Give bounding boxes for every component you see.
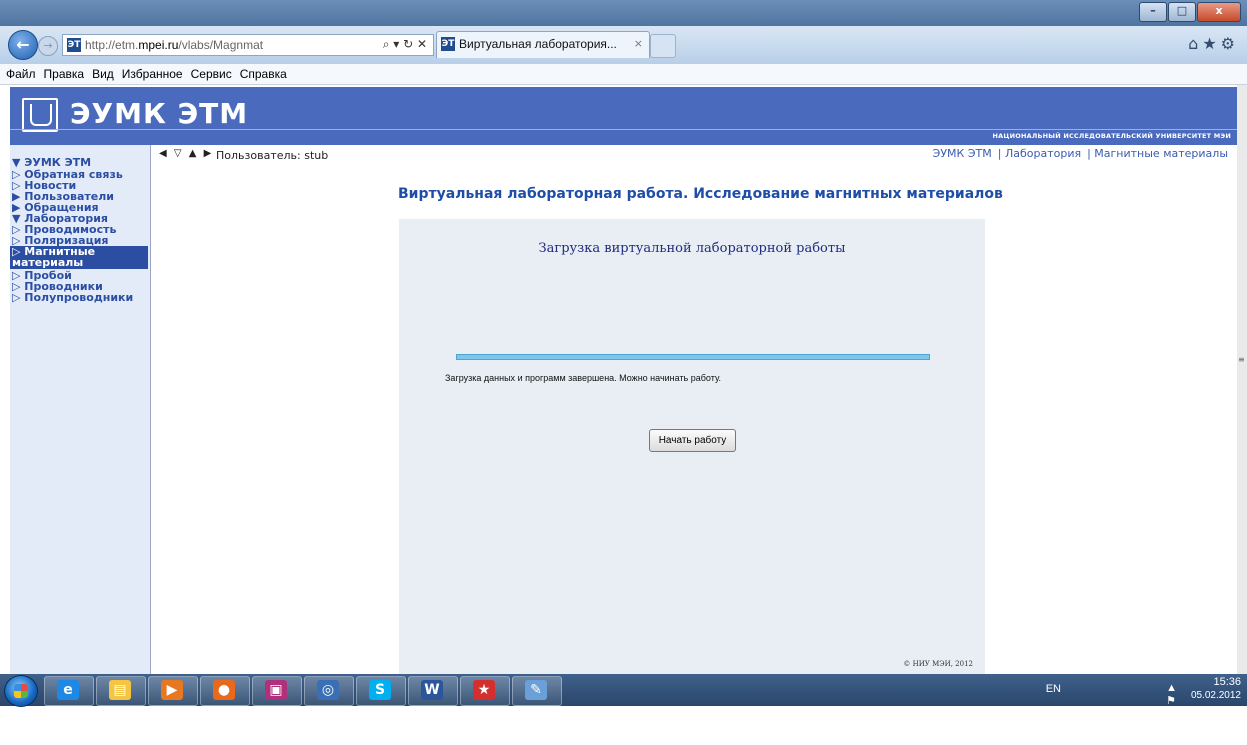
breadcrumb: ЭУМК ЭТМ | Лаборатория | Магнитные материа…	[930, 147, 1231, 160]
maximize-button[interactable]: □	[1168, 2, 1196, 22]
back-button[interactable]: ←	[8, 30, 38, 60]
forward-button[interactable]: →	[38, 36, 58, 56]
close-button[interactable]: x	[1197, 2, 1241, 22]
taskbar-paint-button[interactable]: ✎	[512, 676, 562, 706]
header-divider	[10, 129, 1237, 130]
taskbar-skype-button[interactable]: S	[356, 676, 406, 706]
main-content: ◀ ▽ ▲ ▶ Пользователь: stub ЭУМК ЭТМ | Лаб…	[151, 145, 1237, 674]
menu-favorites[interactable]: Избранное	[118, 64, 187, 84]
new-tab-button[interactable]	[650, 34, 676, 58]
sidebar-item-magnetic-materials[interactable]: ▷ Магнитные материалы	[10, 246, 148, 269]
url-domain: mpei.ru	[138, 38, 179, 52]
breadcrumb-magnetic[interactable]: | Магнитные материалы	[1084, 147, 1231, 160]
taskbar-firefox-button[interactable]: ●	[200, 676, 250, 706]
status-text: Загрузка данных и программ завершена. Мо…	[445, 373, 722, 383]
language-indicator[interactable]: EN	[1046, 683, 1061, 695]
tab-title: Виртуальная лаборатория...	[459, 37, 617, 51]
copyright: © НИУ МЭИ, 2012	[903, 660, 973, 668]
network-icon: ◎	[317, 680, 339, 700]
address-tools[interactable]: ⌕ ▾ ↻ ✕	[383, 37, 427, 52]
user-label: Пользователь: stub	[216, 149, 329, 162]
taskbar-ie-button[interactable]: e	[44, 676, 94, 706]
menu-file[interactable]: Файл	[2, 64, 40, 84]
tab-favicon-icon: ЭТ	[441, 37, 455, 51]
skype-icon: S	[369, 680, 391, 700]
start-button[interactable]	[4, 675, 38, 707]
breadcrumb-home[interactable]: ЭУМК ЭТМ	[930, 147, 995, 160]
taskbar-media-player-button[interactable]: ▶	[148, 676, 198, 706]
taskbar-acrobat-button[interactable]: ★	[460, 676, 510, 706]
site-header: ЭУМК ЭТМ НАЦИОНАЛЬНЫЙ ИССЛЕДОВАТЕЛЬСКИЙ …	[10, 87, 1237, 145]
browser-navbar: ← → ЭТ http://etm.mpei.ru/vlabs/Magnmat …	[0, 26, 1247, 64]
address-bar[interactable]: ЭТ http://etm.mpei.ru/vlabs/Magnmat ⌕ ▾ …	[62, 34, 434, 56]
window-controls: – □ x	[1139, 2, 1241, 22]
taskbar-save-button[interactable]: ▣	[252, 676, 302, 706]
save-icon: ▣	[265, 680, 287, 700]
tab-close-icon[interactable]: ×	[634, 37, 643, 50]
nav-arrows[interactable]: ◀ ▽ ▲ ▶	[159, 148, 213, 159]
ie-icon: e	[57, 680, 79, 700]
page-title: Виртуальная лабораторная работа. Исследо…	[398, 186, 1003, 202]
taskbar-explorer-button[interactable]: ▤	[96, 676, 146, 706]
page-viewport: ЭУМК ЭТМ НАЦИОНАЛЬНЫЙ ИССЛЕДОВАТЕЛЬСКИЙ …	[0, 85, 1237, 674]
acrobat-icon: ★	[473, 680, 495, 700]
minimize-button[interactable]: –	[1139, 2, 1167, 22]
start-work-button[interactable]: Начать работу	[649, 429, 736, 452]
scroll-grip-icon[interactable]: ≡	[1238, 355, 1246, 367]
vertical-scrollbar[interactable]: ≡	[1237, 85, 1247, 674]
menu-edit[interactable]: Правка	[40, 64, 89, 84]
taskbar: e ▤ ▶ ● ▣ ◎ S W ★ ✎ EN ▲ ⚑ ☰ ▂ ♪ 15:36 05.02.2012	[0, 674, 1247, 745]
panel-title: Загрузка виртуальной лабораторной работы	[538, 241, 846, 256]
taskbar-network-button[interactable]: ◎	[304, 676, 354, 706]
book-logo-icon	[22, 98, 58, 132]
sidebar-item-semiconductors[interactable]: ▷ Полупроводники	[12, 292, 133, 303]
browser-tab[interactable]: ЭТ Виртуальная лаборатория... ×	[436, 31, 650, 58]
lab-loader-panel: Загрузка виртуальной лабораторной работы…	[399, 219, 985, 674]
paint-icon: ✎	[525, 680, 547, 700]
progress-bar	[456, 354, 930, 360]
breadcrumb-laboratory[interactable]: | Лаборатория	[995, 147, 1084, 160]
menu-tools[interactable]: Сервис	[187, 64, 236, 84]
menu-items: Файл Правка Вид Избранное Сервис Справка	[0, 64, 1247, 84]
sidebar-nav: ▼ ЭУМК ЭТМ ▷ Обратная связь ▷ Новости ▶ …	[10, 145, 151, 674]
tray-icons[interactable]: ▲ ⚑ ☰ ▂ ♪	[1166, 682, 1183, 745]
explorer-icon: ▤	[109, 680, 131, 700]
address-url[interactable]: http://etm.mpei.ru/vlabs/Magnmat	[85, 38, 263, 52]
home-favorites-tools-icons[interactable]: ⌂★⚙	[1188, 34, 1239, 53]
url-path: /vlabs/Magnmat	[178, 38, 264, 52]
taskbar-word-button[interactable]: W	[408, 676, 458, 706]
media-player-icon: ▶	[161, 680, 183, 700]
menu-help[interactable]: Справка	[236, 64, 291, 84]
sidebar-root[interactable]: ▼ ЭУМК ЭТМ	[12, 157, 91, 168]
word-icon: W	[421, 680, 443, 700]
menu-view[interactable]: Вид	[88, 64, 118, 84]
university-name: НАЦИОНАЛЬНЫЙ ИССЛЕДОВАТЕЛЬСКИЙ УНИВЕРСИТ…	[992, 132, 1231, 140]
clock-time: 15:36	[1213, 676, 1241, 688]
site-favicon-icon: ЭТ	[67, 38, 81, 52]
menu-bar: Файл Правка Вид Избранное Сервис Справка	[0, 64, 1247, 85]
clock[interactable]: 15:36 05.02.2012	[1191, 676, 1241, 702]
sidebar-item-magnetic-line2: материалы	[12, 256, 84, 269]
site-logo-text[interactable]: ЭУМК ЭТМ	[70, 97, 248, 130]
window-titlebar: – □ x	[0, 0, 1247, 26]
clock-date: 05.02.2012	[1190, 690, 1241, 701]
url-prefix: http://etm.	[85, 38, 139, 52]
firefox-icon: ●	[213, 680, 235, 700]
